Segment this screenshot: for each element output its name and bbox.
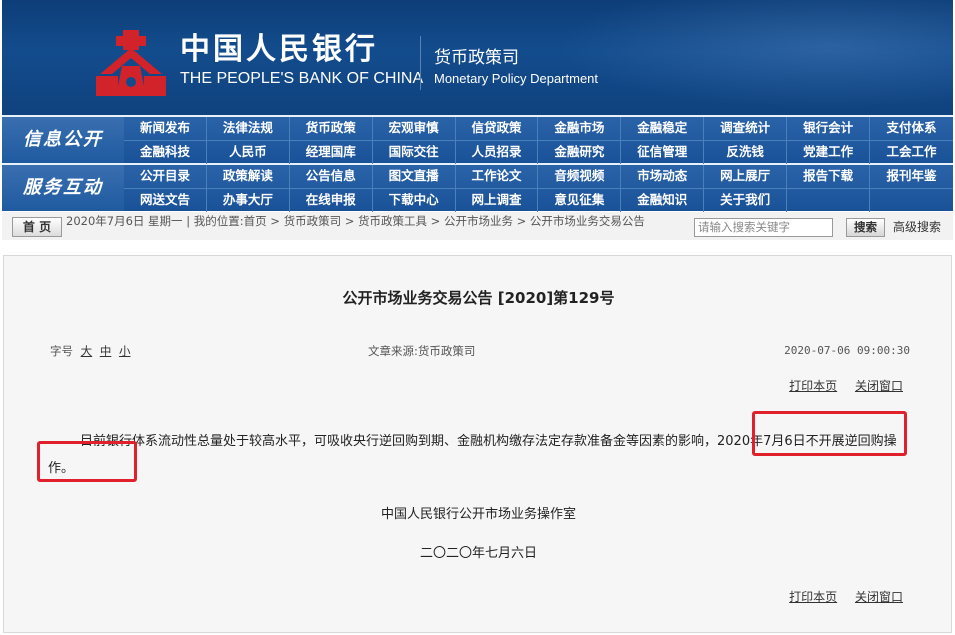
print-link[interactable]: 打印本页: [789, 590, 837, 604]
nav-link[interactable]: 办事大厅: [207, 189, 290, 212]
nav-row: 公开目录 政策解读 公告信息 图文直播 工作论文 音频视频 市场动态 网上展厅 …: [124, 165, 953, 188]
nav-link[interactable]: 宏观审慎: [373, 117, 456, 140]
breadcrumb: 2020年7月6日 星期一 | 我的位置:首页 > 货币政策司 > 货币政策工具…: [66, 214, 645, 228]
breadcrumb-bar: 首 页 2020年7月6日 星期一 | 我的位置:首页 > 货币政策司 > 货币…: [2, 212, 953, 240]
font-size-label: 字号: [50, 344, 73, 358]
nav-link[interactable]: 新闻发布: [124, 117, 207, 140]
nav-link[interactable]: 网上调查: [456, 189, 539, 212]
highlight-box: [752, 411, 907, 456]
article-sign-date: 二〇二〇年七月六日: [419, 546, 537, 561]
department-name-cn: 货币政策司: [434, 48, 519, 68]
nav-link[interactable]: 经理国库: [290, 141, 373, 164]
nav-link[interactable]: 信贷政策: [456, 117, 539, 140]
home-button[interactable]: 首 页: [12, 217, 62, 237]
article-signer: 中国人民银行公开市场业务操作室: [380, 507, 576, 522]
bank-name-en: THE PEOPLE'S BANK OF CHINA: [180, 70, 424, 87]
article-actions-top: 打印本页 关闭窗口: [775, 378, 903, 394]
nav-section-info-disclosure: 信息公开 新闻发布 法律法规 货币政策 宏观审慎 信贷政策 金融市场 金融稳定 …: [2, 117, 953, 164]
nav-link[interactable]: 调查统计: [704, 117, 788, 140]
nav-link[interactable]: 反洗钱: [704, 141, 788, 164]
article-title: 公开市场业务交易公告 [2020]第129号: [342, 289, 615, 307]
font-size-large[interactable]: 大: [81, 344, 93, 358]
nav-section-service: 服务互动 公开目录 政策解读 公告信息 图文直播 工作论文 音频视频 市场动态 …: [2, 165, 953, 212]
nav-link-empty: [870, 189, 953, 212]
nav-link[interactable]: 音频视频: [538, 165, 622, 188]
font-size-medium[interactable]: 中: [100, 344, 112, 358]
nav-section-label: 信息公开: [2, 117, 124, 163]
nav-link[interactable]: 人员招录: [456, 141, 539, 164]
location-prefix: 我的位置:: [193, 214, 244, 228]
nav-link[interactable]: 党建工作: [787, 141, 871, 164]
nav-link[interactable]: 公告信息: [290, 165, 373, 188]
nav-link[interactable]: 关于我们: [704, 189, 788, 212]
nav-link[interactable]: 金融科技: [124, 141, 207, 164]
banner-background: [533, 0, 953, 115]
article-source: 文章来源:货币政策司: [368, 344, 476, 358]
font-size-selector: 字号 大 中 小: [50, 342, 130, 360]
nav-link[interactable]: 网上展厅: [704, 165, 788, 188]
highlight-box: [37, 441, 137, 482]
nav-link[interactable]: 报刊年鉴: [870, 165, 953, 188]
nav-link[interactable]: 在线申报: [290, 189, 373, 212]
nav-link[interactable]: 公开目录: [124, 165, 207, 188]
nav-link[interactable]: 货币政策: [290, 117, 373, 140]
nav-link[interactable]: 工作论文: [456, 165, 539, 188]
article-meta: 字号 大 中 小 文章来源:货币政策司 2020-07-06 09:00:30: [50, 342, 910, 360]
header-banner: 中国人民银行 THE PEOPLE'S BANK OF CHINA 货币政策司 …: [2, 0, 953, 115]
pboc-logo-icon: [96, 30, 166, 96]
nav-link[interactable]: 法律法规: [207, 117, 290, 140]
nav-link[interactable]: 金融研究: [538, 141, 622, 164]
nav-link[interactable]: 征信管理: [621, 141, 705, 164]
nav-section-label: 服务互动: [2, 165, 124, 211]
search-input[interactable]: 请输入搜索关键字: [694, 218, 833, 237]
nav-row: 网送文告 办事大厅 在线申报 下载中心 网上调查 意见征集 金融知识 关于我们: [124, 188, 953, 212]
nav-grid: 公开目录 政策解读 公告信息 图文直播 工作论文 音频视频 市场动态 网上展厅 …: [124, 165, 953, 212]
nav-row: 金融科技 人民币 经理国库 国际交往 人员招录 金融研究 征信管理 反洗钱 党建…: [124, 140, 953, 164]
department-name-en: Monetary Policy Department: [434, 71, 599, 86]
nav-link[interactable]: 金融市场: [538, 117, 622, 140]
nav-row: 新闻发布 法律法规 货币政策 宏观审慎 信贷政策 金融市场 金融稳定 调查统计 …: [124, 117, 953, 140]
nav-link[interactable]: 人民币: [207, 141, 290, 164]
nav-link[interactable]: 金融稳定: [621, 117, 705, 140]
font-size-small[interactable]: 小: [119, 344, 131, 358]
article-actions-bottom: 打印本页 关闭窗口: [775, 589, 903, 605]
nav-link[interactable]: 金融知识: [621, 189, 705, 212]
print-link[interactable]: 打印本页: [789, 379, 837, 393]
bank-name-cn: 中国人民银行: [180, 32, 378, 67]
advanced-search-link[interactable]: 高级搜索: [893, 219, 941, 235]
main-navigation: 信息公开 新闻发布 法律法规 货币政策 宏观审慎 信贷政策 金融市场 金融稳定 …: [2, 115, 953, 212]
nav-link[interactable]: 市场动态: [621, 165, 705, 188]
nav-link[interactable]: 银行会计: [787, 117, 871, 140]
nav-link[interactable]: 报告下载: [787, 165, 871, 188]
nav-link[interactable]: 图文直播: [373, 165, 456, 188]
nav-link[interactable]: 下载中心: [373, 189, 456, 212]
breadcrumb-path[interactable]: 首页 > 货币政策司 > 货币政策工具 > 公开市场业务 > 公开市场业务交易公…: [244, 214, 645, 228]
nav-link[interactable]: 支付体系: [870, 117, 953, 140]
search-button[interactable]: 搜索: [846, 218, 885, 237]
nav-link[interactable]: 意见征集: [538, 189, 622, 212]
publish-time: 2020-07-06 09:00:30: [784, 344, 910, 357]
nav-grid: 新闻发布 法律法规 货币政策 宏观审慎 信贷政策 金融市场 金融稳定 调查统计 …: [124, 117, 953, 164]
nav-link-empty: [787, 189, 871, 212]
nav-link[interactable]: 政策解读: [207, 165, 290, 188]
nav-link[interactable]: 国际交往: [373, 141, 456, 164]
nav-link[interactable]: 网送文告: [124, 189, 207, 212]
nav-link[interactable]: 工会工作: [870, 141, 953, 164]
header-divider: [420, 36, 421, 90]
current-date: 2020年7月6日 星期一: [66, 214, 183, 228]
close-window-link[interactable]: 关闭窗口: [855, 590, 903, 604]
close-window-link[interactable]: 关闭窗口: [855, 379, 903, 393]
